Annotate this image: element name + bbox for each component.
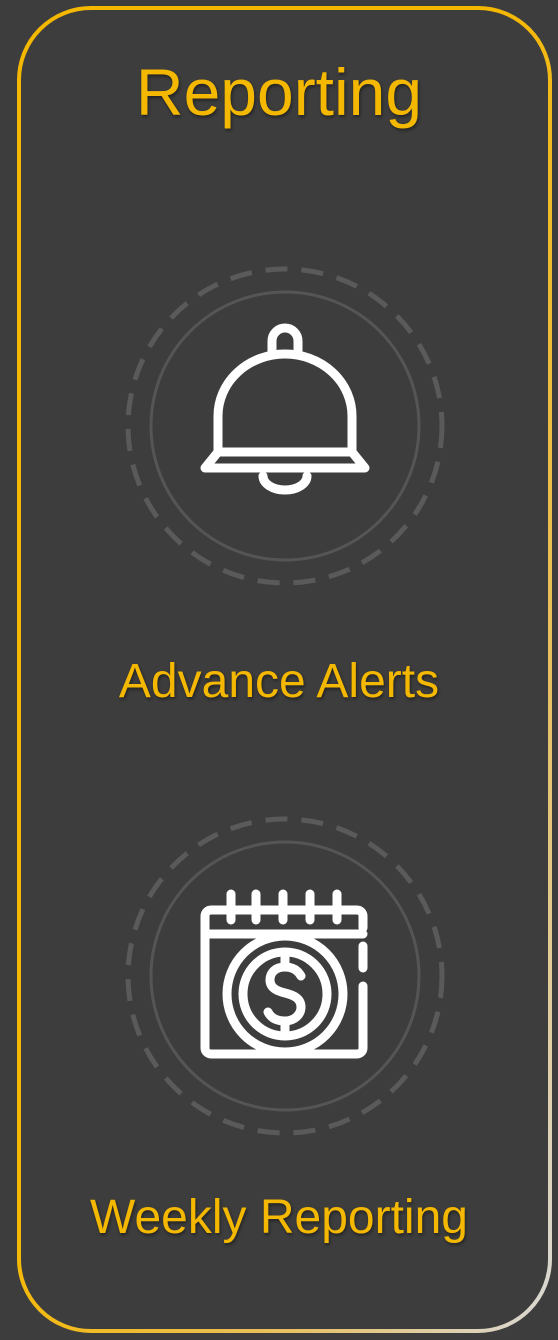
feature-label-weekly-reporting: Weekly Reporting bbox=[90, 1191, 468, 1244]
feature-label-advance-alerts: Advance Alerts bbox=[118, 655, 440, 708]
bell-icon bbox=[125, 266, 445, 586]
card-title: Reporting bbox=[135, 55, 423, 129]
calendar-dollar-icon bbox=[125, 816, 445, 1136]
